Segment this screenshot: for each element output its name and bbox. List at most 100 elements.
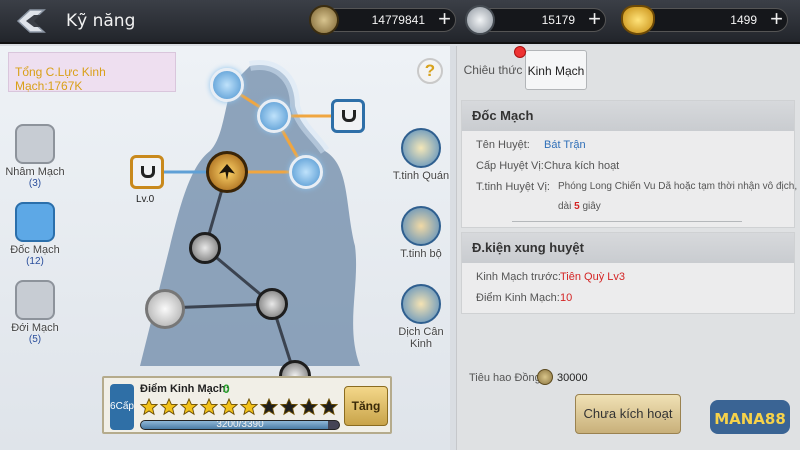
star-filled-icon (200, 398, 218, 416)
side-tab-nham-mach[interactable]: Nhâm Mạch (3) (0, 124, 70, 189)
star-empty-icon (320, 398, 338, 416)
card-title: Đ.kiện xung huyệt (462, 233, 794, 263)
add-copper-button[interactable]: + (438, 7, 451, 31)
side-tab-count: (5) (28, 334, 42, 345)
copper-coin-icon (537, 369, 553, 385)
star-filled-icon (240, 398, 258, 416)
side-tab-count: (12) (26, 256, 44, 267)
meridian-node-start[interactable] (130, 155, 164, 189)
side-tab-doc-mach[interactable]: Đốc Mạch (12) (0, 202, 70, 267)
info-row: Cấp Huyệt Vị: Chưa kích hoạt (476, 160, 619, 172)
side-item-dich-can-kinh[interactable]: Dịch Cân Kinh (386, 284, 456, 350)
gold-ingot-icon (621, 5, 655, 35)
info-row: Tên Huyệt: Bát Trận (476, 139, 586, 151)
page-title: Kỹ năng (66, 11, 136, 31)
monk-icon (401, 206, 441, 246)
side-tab-label: Đới Mạch (11, 322, 59, 334)
meridian-info-card: Đốc Mạch Tên Huyệt: Bát Trận Cấp Huyệt V… (461, 100, 800, 228)
tab-kinh-mach[interactable]: Kinh Mạch (525, 50, 587, 90)
row-label: Tên Huyệt: (476, 139, 530, 151)
upgrade-button[interactable]: Tăng (344, 386, 388, 426)
mana88-watermark-logo: MANA88 (704, 392, 794, 442)
points-label: Điểm Kinh Mạch: (140, 383, 230, 395)
star-filled-icon (140, 398, 158, 416)
notification-dot (514, 46, 526, 58)
cup-icon (342, 110, 356, 122)
node-level-label: Lv.0 (136, 194, 155, 205)
condition-row: Kinh Mạch trước: Tiên Quỳ Lv3 (476, 271, 625, 283)
meridian-panel: Tổng C.Lực Kinh Mạch:1767K ? Nhâm Mạch (… (0, 46, 450, 450)
back-arrow-icon (16, 9, 46, 33)
meridian-node-inactive[interactable] (145, 289, 185, 329)
copper-coin-icon (309, 5, 339, 35)
meridian-pattern-icon (15, 124, 55, 164)
row-value: dài 5 giây (558, 201, 601, 212)
help-button[interactable]: ? (417, 58, 443, 84)
meridian-node[interactable] (289, 155, 323, 189)
row-label: Kinh Mạch trước: (476, 271, 561, 283)
row-label: Cấp Huyệt Vị: (476, 160, 544, 172)
side-item-t-tinh-bo[interactable]: T.tinh bộ (386, 206, 456, 260)
cup-icon (141, 166, 155, 178)
back-button[interactable] (14, 6, 48, 36)
meridian-node[interactable] (257, 99, 291, 133)
meridian-level-box: 6Cấp Điểm Kinh Mạch: 0 3200/3390 Tăng (102, 376, 392, 434)
top-bar: Kỹ năng 14779841 + 15179 + 1499 + (0, 0, 800, 44)
card-title: Đốc Mạch (462, 101, 794, 131)
meridian-node[interactable] (210, 68, 244, 102)
star-rating (140, 398, 338, 416)
side-tab-count: (3) (28, 178, 42, 189)
condition-card: Đ.kiện xung huyệt Kinh Mạch trước: Tiên … (461, 232, 795, 314)
info-row: T.tinh Huyệt Vị: Phóng Long Chiến Vu Dã … (476, 181, 800, 193)
row-value: Phóng Long Chiến Vu Dã hoặc tạm thời nhậ… (558, 181, 800, 192)
row-value: Tiên Quỳ Lv3 (560, 271, 626, 283)
side-item-t-tinh-quan[interactable]: T.tinh Quán (386, 128, 456, 182)
meditation-icon (401, 284, 441, 324)
condition-row: Điểm Kinh Mạch: 10 (476, 292, 572, 304)
svg-text:MANA88: MANA88 (714, 410, 786, 428)
progress-bar: 3200/3390 (140, 420, 340, 430)
side-tab-label: Nhâm Mạch (5, 166, 65, 178)
meridian-node-selected[interactable] (206, 151, 248, 193)
divider (512, 221, 742, 222)
side-item-label: T.tinh bộ (400, 248, 442, 260)
side-item-label: T.tinh Quán (392, 170, 450, 182)
meridian-pattern-icon (15, 202, 55, 242)
meridian-node-inactive[interactable] (256, 288, 288, 320)
star-filled-icon (220, 398, 238, 416)
progress-text: 3200/3390 (216, 420, 264, 430)
copper-value: 14779841 (371, 13, 425, 27)
detail-panel: Chiêu thức Kinh Mạch Đốc Mạch Tên Huyệt:… (456, 46, 800, 450)
star-empty-icon (300, 398, 318, 416)
add-gold-button[interactable]: + (770, 7, 783, 31)
level-badge: 6Cấp (110, 384, 134, 430)
total-power-box: Tổng C.Lực Kinh Mạch:1767K (8, 52, 176, 93)
row-label: Điểm Kinh Mạch: (476, 292, 560, 304)
meridian-pattern-icon (15, 280, 55, 320)
silver-value: 15179 (541, 13, 575, 27)
cost-value: 30000 (557, 372, 588, 384)
side-tab-label: Đốc Mạch (10, 244, 60, 256)
silver-coin-icon (465, 5, 495, 35)
add-silver-button[interactable]: + (588, 7, 601, 31)
row-value: Bát Trận (544, 139, 586, 151)
star-filled-icon (160, 398, 178, 416)
silver-currency: 15179 + (465, 5, 606, 35)
copper-currency: 14779841 + (309, 5, 456, 35)
gold-value: 1499 (730, 13, 757, 27)
cost-label: Tiêu hao Đồng: (469, 372, 544, 384)
row-value: 10 (560, 292, 573, 304)
side-item-label: Dịch Cân Kinh (398, 326, 444, 350)
side-tab-doi-mach[interactable]: Đới Mạch (5) (0, 280, 70, 345)
meridian-node-locked[interactable] (331, 99, 365, 133)
star-empty-icon (260, 398, 278, 416)
row-value: Chưa kích hoạt (544, 160, 620, 172)
activate-button[interactable]: Chưa kích hoạt (575, 394, 681, 434)
total-power-text: Tổng C.Lực Kinh Mạch:1767K (15, 65, 106, 93)
meridian-node-inactive[interactable] (189, 232, 221, 264)
crane-emblem-icon (219, 164, 235, 180)
star-empty-icon (280, 398, 298, 416)
star-filled-icon (180, 398, 198, 416)
points-value: 0 (223, 382, 230, 396)
row-label: T.tinh Huyệt Vị: (476, 181, 550, 193)
